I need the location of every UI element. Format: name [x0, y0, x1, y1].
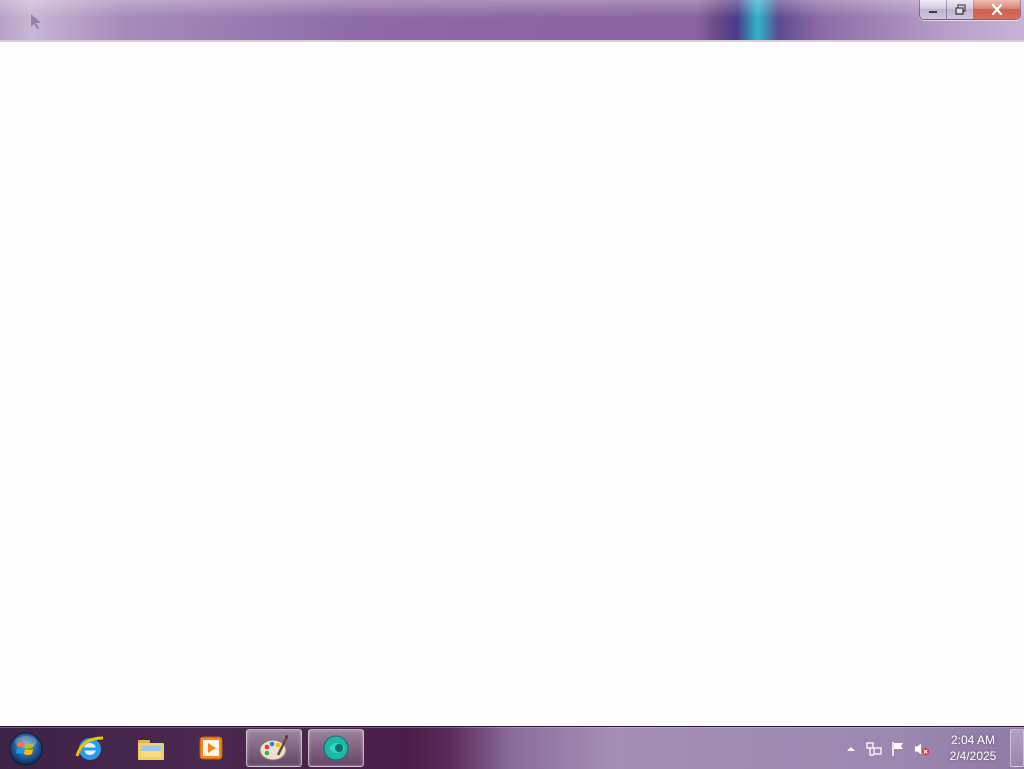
window-titlebar[interactable]: [0, 0, 1024, 40]
volume-muted-icon: [914, 743, 930, 756]
window-content-area[interactable]: [0, 42, 1024, 726]
minimize-icon: [929, 10, 937, 13]
show-hidden-icons-button[interactable]: [843, 741, 859, 757]
teal-app-icon: [323, 735, 349, 761]
clock-date: 2/4/2025: [949, 749, 997, 763]
action-center-flag-icon: [892, 742, 903, 756]
minimize-button[interactable]: [920, 0, 947, 19]
taskbar-app[interactable]: [308, 729, 364, 767]
taskbar-internet-explorer[interactable]: [62, 729, 118, 767]
paint-palette-icon: [259, 735, 289, 761]
network-tray-button[interactable]: [866, 741, 882, 757]
show-hidden-icons-arrow: [847, 747, 855, 751]
taskbar-paint[interactable]: [246, 729, 302, 767]
window-controls: [919, 0, 1021, 20]
close-button[interactable]: [974, 0, 1020, 19]
network-icon: [866, 742, 882, 756]
windows-start-orb-icon: [9, 732, 43, 766]
close-icon: [991, 4, 1003, 15]
folder-icon: [138, 740, 164, 760]
restore-button[interactable]: [947, 0, 974, 19]
taskbar: 2:04 AM 2/4/2025: [0, 726, 1024, 769]
volume-tray-button[interactable]: [914, 741, 930, 757]
taskbar-clock[interactable]: 2:04 AM 2/4/2025: [940, 732, 1006, 764]
restore-icon: [954, 4, 966, 15]
taskbar-windows-explorer[interactable]: [123, 729, 179, 767]
clock-time: 2:04 AM: [950, 733, 996, 747]
media-player-icon: [199, 736, 223, 760]
internet-explorer-icon: [75, 736, 104, 760]
taskbar-media-player[interactable]: [183, 729, 239, 767]
action-center-tray-button[interactable]: [890, 741, 906, 757]
start-button[interactable]: [6, 729, 46, 769]
show-desktop-button[interactable]: [1010, 729, 1024, 767]
window-app-icon: [31, 14, 41, 29]
